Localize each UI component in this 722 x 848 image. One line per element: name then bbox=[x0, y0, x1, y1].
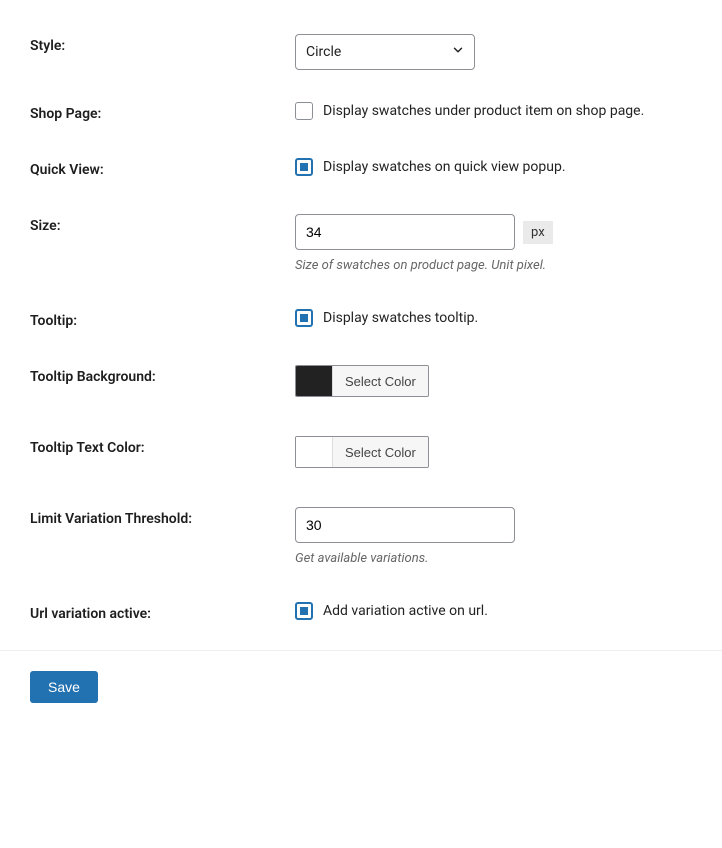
control-quick-view: Display swatches on quick view popup. bbox=[295, 158, 692, 176]
size-input[interactable] bbox=[295, 214, 515, 250]
label-shop-page: Shop Page: bbox=[30, 102, 295, 122]
style-select-wrap: Circle bbox=[295, 34, 475, 70]
tooltip-text-swatch bbox=[296, 437, 332, 467]
save-button[interactable]: Save bbox=[30, 671, 98, 703]
label-style: Style: bbox=[30, 34, 295, 54]
tooltip-check-label: Display swatches tooltip. bbox=[323, 310, 478, 326]
quick-view-checkbox-row: Display swatches on quick view popup. bbox=[295, 158, 692, 176]
control-style: Circle bbox=[295, 34, 692, 70]
url-variation-checkbox[interactable] bbox=[295, 602, 313, 620]
limit-variation-hint: Get available variations. bbox=[295, 551, 692, 566]
tooltip-text-color-picker[interactable]: Select Color bbox=[295, 436, 429, 468]
row-shop-page: Shop Page: Display swatches under produc… bbox=[0, 84, 722, 140]
label-tooltip: Tooltip: bbox=[30, 309, 295, 329]
quick-view-checkbox[interactable] bbox=[295, 158, 313, 176]
shop-page-checkbox[interactable] bbox=[295, 102, 313, 120]
style-select-value: Circle bbox=[306, 44, 341, 60]
tooltip-bg-select-button[interactable]: Select Color bbox=[332, 366, 428, 396]
row-style: Style: Circle bbox=[0, 20, 722, 84]
limit-variation-input[interactable] bbox=[295, 507, 515, 543]
style-select[interactable]: Circle bbox=[295, 34, 475, 70]
size-hint: Size of swatches on product page. Unit p… bbox=[295, 258, 692, 273]
quick-view-check-label: Display swatches on quick view popup. bbox=[323, 159, 566, 175]
row-size: Size: px Size of swatches on product pag… bbox=[0, 196, 722, 291]
footer: Save bbox=[0, 651, 722, 703]
size-unit: px bbox=[523, 221, 553, 244]
row-tooltip-text: Tooltip Text Color: Select Color bbox=[0, 418, 722, 489]
label-size: Size: bbox=[30, 214, 295, 234]
size-input-row: px bbox=[295, 214, 692, 250]
control-shop-page: Display swatches under product item on s… bbox=[295, 102, 692, 120]
shop-page-check-label: Display swatches under product item on s… bbox=[323, 103, 644, 119]
row-tooltip: Tooltip: Display swatches tooltip. bbox=[0, 291, 722, 347]
label-tooltip-text: Tooltip Text Color: bbox=[30, 436, 295, 456]
control-size: px Size of swatches on product page. Uni… bbox=[295, 214, 692, 273]
tooltip-text-select-button[interactable]: Select Color bbox=[332, 437, 428, 467]
control-tooltip-text: Select Color bbox=[295, 436, 692, 471]
label-quick-view: Quick View: bbox=[30, 158, 295, 178]
label-url-variation: Url variation active: bbox=[30, 602, 295, 622]
tooltip-bg-swatch bbox=[296, 366, 332, 396]
label-tooltip-bg: Tooltip Background: bbox=[30, 365, 295, 385]
tooltip-checkbox-row: Display swatches tooltip. bbox=[295, 309, 692, 327]
row-url-variation: Url variation active: Add variation acti… bbox=[0, 584, 722, 640]
row-tooltip-bg: Tooltip Background: Select Color bbox=[0, 347, 722, 418]
label-limit-variation: Limit Variation Threshold: bbox=[30, 507, 295, 527]
control-url-variation: Add variation active on url. bbox=[295, 602, 692, 620]
tooltip-bg-color-picker[interactable]: Select Color bbox=[295, 365, 429, 397]
shop-page-checkbox-row: Display swatches under product item on s… bbox=[295, 102, 692, 120]
control-tooltip-bg: Select Color bbox=[295, 365, 692, 400]
control-limit-variation: Get available variations. bbox=[295, 507, 692, 566]
control-tooltip: Display swatches tooltip. bbox=[295, 309, 692, 327]
tooltip-checkbox[interactable] bbox=[295, 309, 313, 327]
row-limit-variation: Limit Variation Threshold: Get available… bbox=[0, 489, 722, 584]
url-variation-checkbox-row: Add variation active on url. bbox=[295, 602, 692, 620]
row-quick-view: Quick View: Display swatches on quick vi… bbox=[0, 140, 722, 196]
url-variation-check-label: Add variation active on url. bbox=[323, 603, 488, 619]
